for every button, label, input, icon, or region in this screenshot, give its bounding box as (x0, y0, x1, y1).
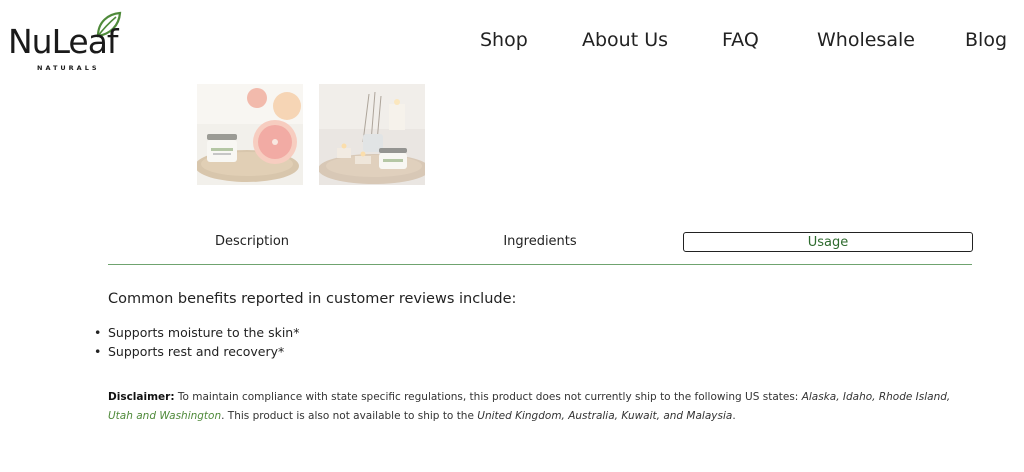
benefits-intro: Common benefits reported in customer rev… (108, 291, 517, 307)
logo-subtitle: NATURALS (37, 64, 100, 72)
logo-wordmark: NuLeaf (8, 22, 119, 61)
disclaimer-text-1: To maintain compliance with state specif… (174, 391, 802, 403)
tab-description[interactable]: Description (108, 232, 396, 252)
disclaimer-countries: United Kingdom, Australia, Kuwait, and M… (477, 410, 733, 422)
thumbnail-image-candles (319, 84, 425, 185)
tab-usage[interactable]: Usage (683, 232, 973, 252)
list-item: Supports rest and recovery* (94, 342, 299, 361)
disclaimer-label: Disclaimer: (108, 391, 175, 403)
disclaimer-text-2: . This product is also not available to … (221, 410, 478, 422)
list-item: Supports moisture to the skin* (94, 323, 299, 342)
disclaimer-text-3: . (732, 410, 736, 422)
tab-divider (108, 264, 972, 265)
nav-blog[interactable]: Blog (965, 28, 1007, 52)
disclaimer-states-link[interactable]: Utah and Washington (108, 410, 221, 422)
nav-faq[interactable]: FAQ (722, 28, 759, 52)
nuleaf-logo[interactable]: NuLeaf NATURALS (8, 10, 130, 74)
disclaimer-states: Alaska, Idaho, Rhode Island, (801, 391, 951, 403)
benefits-list: Supports moisture to the skin* Supports … (94, 323, 299, 361)
nav-shop[interactable]: Shop (480, 28, 528, 52)
tab-ingredients[interactable]: Ingredients (396, 232, 684, 252)
product-thumbnail-1[interactable] (197, 84, 303, 185)
site-header: NuLeaf NATURALS Shop About Us FAQ Wholes… (0, 0, 1024, 80)
nav-wholesale[interactable]: Wholesale (817, 28, 915, 52)
thumbnail-image-grapefruit (197, 84, 303, 185)
shipping-disclaimer: Disclaimer: To maintain compliance with … (108, 388, 976, 426)
nav-about-us[interactable]: About Us (582, 28, 668, 52)
product-thumbnail-2[interactable] (319, 84, 425, 185)
